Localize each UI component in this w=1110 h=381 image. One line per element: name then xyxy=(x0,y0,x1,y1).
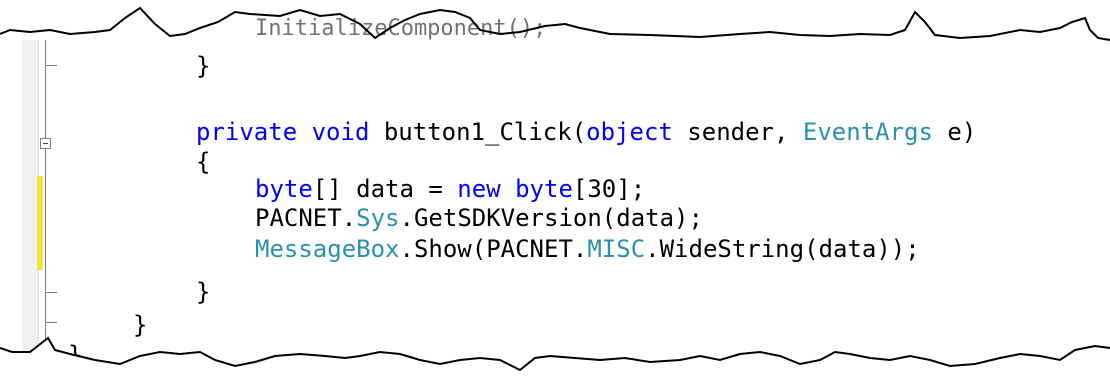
code-token: } xyxy=(196,52,211,80)
collapse-method-icon[interactable] xyxy=(40,138,51,149)
code-line-method-signature[interactable]: private void button1_Click(object sender… xyxy=(196,119,976,145)
code-token: [30]; xyxy=(572,175,646,203)
torn-paper-bottom-edge xyxy=(0,336,1110,381)
code-token: } xyxy=(196,278,211,306)
code-token: MessageBox xyxy=(255,235,400,263)
code-token: .Show(PACNET. xyxy=(399,235,588,263)
code-token: void xyxy=(311,118,370,146)
code-line[interactable]: } xyxy=(196,279,210,305)
code-token: object xyxy=(586,118,673,146)
code-line[interactable]: MessageBox.Show(PACNET.MISC.WideString(d… xyxy=(255,236,920,262)
code-token: [] data = xyxy=(312,175,458,203)
code-token: new xyxy=(457,175,501,203)
change-tracking-bar xyxy=(37,176,43,270)
code-token: MISC xyxy=(587,235,646,263)
code-line[interactable]: byte[] data = new byte[30]; xyxy=(255,176,645,202)
code-token: .WideString(data)); xyxy=(645,235,920,263)
code-token: sender, xyxy=(672,118,803,146)
code-line[interactable]: } xyxy=(196,53,210,79)
code-token: button1_Click( xyxy=(369,118,587,146)
code-line[interactable]: PACNET.Sys.GetSDKVersion(data); xyxy=(255,205,703,231)
code-token: byte xyxy=(255,175,313,203)
code-token: PACNET. xyxy=(255,204,357,232)
code-token: EventArgs xyxy=(802,118,933,146)
code-editor[interactable]: InitializeComponent(); } private void bu… xyxy=(0,0,1110,381)
code-line[interactable]: { xyxy=(196,149,210,175)
outline-guide-line xyxy=(45,40,46,138)
code-token: private xyxy=(196,118,298,146)
code-token: Sys xyxy=(356,204,400,232)
outline-end-tick xyxy=(45,292,57,293)
outline-end-tick xyxy=(45,65,57,66)
code-token: e) xyxy=(932,118,977,146)
code-token: byte xyxy=(515,175,573,203)
code-token: .GetSDKVersion(data); xyxy=(399,204,703,232)
code-token: { xyxy=(196,148,211,176)
torn-paper-top-edge xyxy=(0,0,1110,41)
outline-guide-line xyxy=(45,149,46,359)
torn-top-code-fragment: InitializeComponent(); xyxy=(255,16,547,41)
outline-end-tick xyxy=(45,322,57,323)
